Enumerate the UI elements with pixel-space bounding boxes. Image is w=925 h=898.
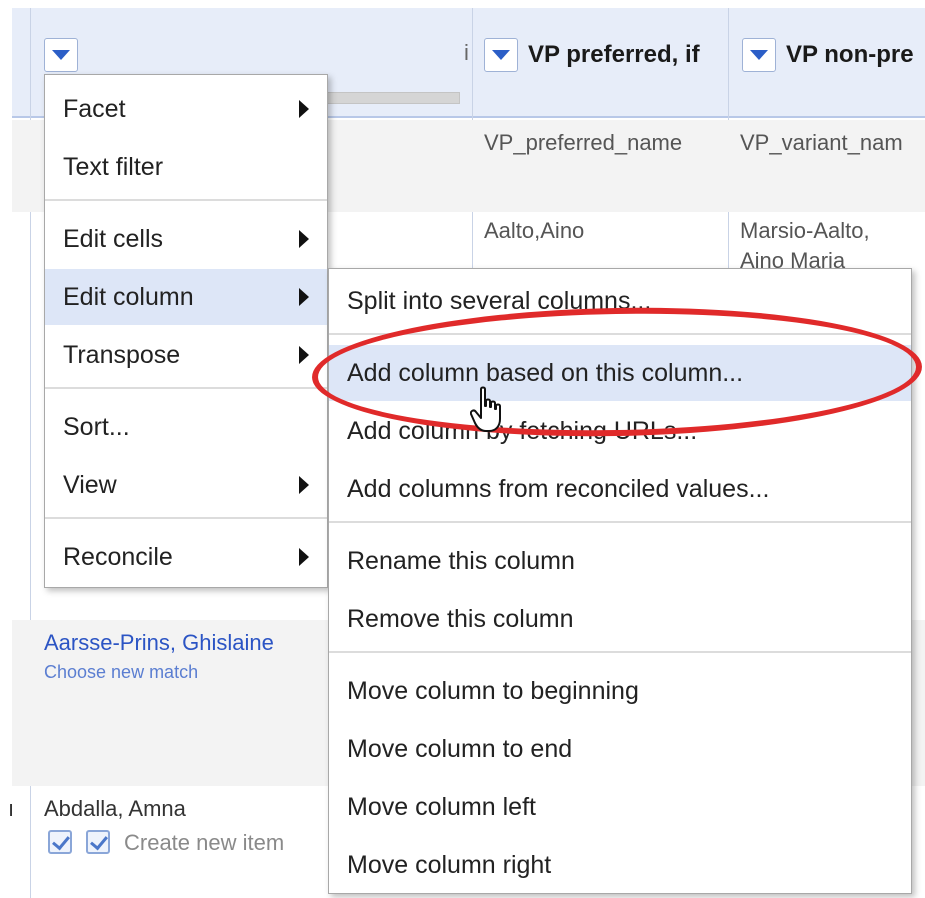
candidate-name: Abdalla, Amna [44, 796, 186, 821]
menu-separator [45, 199, 327, 201]
submenu-arrow-icon [299, 476, 309, 494]
menu-item-reconcile[interactable]: Reconcile [45, 529, 327, 585]
menu-item-text-filter[interactable]: Text filter [45, 139, 327, 195]
menu-item-label: Move column right [347, 850, 552, 879]
menu-item-split-columns[interactable]: Split into several columns... [329, 273, 911, 329]
menu-item-label: Facet [63, 94, 126, 123]
menu-item-label: Move column left [347, 792, 536, 821]
menu-item-label: Edit column [63, 282, 194, 311]
menu-item-label: Move column to beginning [347, 676, 639, 705]
menu-item-label: Transpose [63, 340, 181, 369]
truncated-header-marker: i [464, 40, 469, 65]
menu-item-add-column-based-on[interactable]: Add column based on this column... [329, 345, 911, 401]
menu-item-move-to-beginning[interactable]: Move column to beginning [329, 663, 911, 719]
menu-item-label: Reconcile [63, 542, 173, 571]
menu-item-label: Sort... [63, 412, 130, 441]
choose-new-match-link[interactable]: Choose new match [44, 662, 198, 683]
column-menu-button[interactable] [484, 38, 518, 72]
column-menu-button[interactable] [742, 38, 776, 72]
menu-item-view[interactable]: View [45, 457, 327, 513]
edit-column-submenu: Split into several columns... Add column… [328, 268, 912, 894]
menu-item-add-columns-reconciled[interactable]: Add columns from reconciled values... [329, 461, 911, 517]
menu-item-sort[interactable]: Sort... [45, 399, 327, 455]
menu-item-label: Move column to end [347, 734, 573, 763]
menu-item-remove-column[interactable]: Remove this column [329, 591, 911, 647]
submenu-arrow-icon [299, 100, 309, 118]
menu-item-add-column-fetching-urls[interactable]: Add column by fetching URLs... [329, 403, 911, 459]
menu-item-label: Split into several columns... [347, 286, 652, 315]
menu-item-rename-column[interactable]: Rename this column [329, 533, 911, 589]
dropdown-triangle-icon [492, 50, 510, 60]
column-title: VP preferred, if [528, 41, 700, 68]
submenu-arrow-icon [299, 288, 309, 306]
table-cell: VP_variant_nam [740, 130, 903, 155]
menu-item-edit-cells[interactable]: Edit cells [45, 211, 327, 267]
hand-cursor-icon [470, 386, 501, 432]
menu-item-move-right[interactable]: Move column right [329, 837, 911, 893]
dropdown-triangle-icon [52, 50, 70, 60]
menu-separator [329, 651, 911, 653]
submenu-arrow-icon [299, 230, 309, 248]
menu-separator [329, 521, 911, 523]
row-marker: ı [8, 796, 15, 821]
column-header-vp-non-preferred: VP non-pre [742, 20, 925, 90]
submenu-arrow-icon [299, 346, 309, 364]
menu-item-label: Rename this column [347, 546, 575, 575]
menu-item-move-left[interactable]: Move column left [329, 779, 911, 835]
menu-separator [329, 333, 911, 335]
create-new-item-label[interactable]: Create new item [124, 830, 284, 856]
column-title: VP non-pre [786, 41, 914, 68]
menu-item-label: Remove this column [347, 604, 574, 633]
checkmark-icon[interactable] [86, 830, 110, 854]
menu-item-facet[interactable]: Facet [45, 81, 327, 137]
column-menu-button[interactable] [44, 38, 78, 72]
table-cell: VP_preferred_name [484, 130, 683, 155]
column-header-vp-preferred: VP preferred, if [484, 20, 724, 90]
menu-item-move-to-end[interactable]: Move column to end [329, 721, 911, 777]
table-cell: Aalto,Aino [484, 218, 585, 243]
menu-item-edit-column[interactable]: Edit column [45, 269, 327, 325]
menu-item-label: Edit cells [63, 224, 164, 253]
table-cell: Marsio-Aalto, [740, 218, 870, 243]
menu-item-label: View [63, 470, 117, 499]
menu-item-label: Add columns from reconciled values... [347, 474, 770, 503]
submenu-arrow-icon [299, 548, 309, 566]
menu-item-label: Text filter [63, 152, 164, 181]
menu-item-label: Add column based on this column... [347, 358, 744, 387]
menu-item-transpose[interactable]: Transpose [45, 327, 327, 383]
column-dropdown-menu: Facet Text filter Edit cells Edit column… [44, 74, 328, 588]
menu-item-label: Add column by fetching URLs... [347, 416, 698, 445]
checkmark-icon[interactable] [48, 830, 72, 854]
menu-separator [45, 517, 327, 519]
menu-separator [45, 387, 327, 389]
reconciled-match-link[interactable]: Aarsse-Prins, Ghislaine [44, 630, 274, 656]
dropdown-triangle-icon [750, 50, 768, 60]
